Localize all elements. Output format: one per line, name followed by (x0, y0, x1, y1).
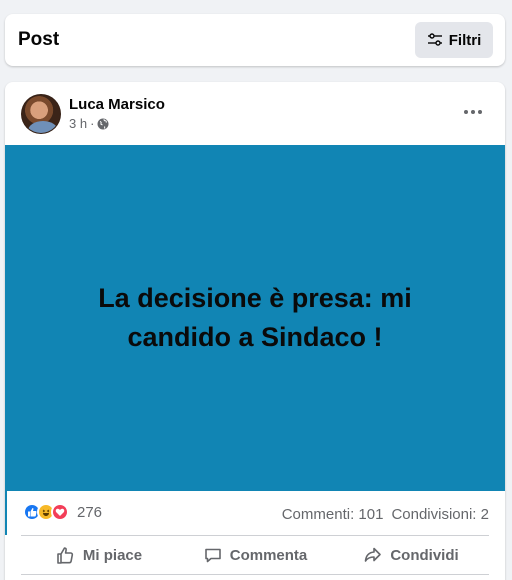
globe-icon (97, 118, 109, 129)
share-icon (365, 547, 382, 562)
share-button[interactable]: Condividi (333, 536, 489, 574)
post-card: Luca Marsico 3 h · La decisione è presa:… (5, 82, 505, 580)
page-title: Post (18, 29, 60, 50)
post-text: La decisione è presa: mi candido a Sinda… (98, 282, 412, 352)
reaction-count: 276 (77, 503, 103, 521)
ellipsis-icon (464, 110, 482, 114)
share-label: Condividi (390, 546, 459, 564)
meta-separator: · (90, 116, 95, 131)
post-background[interactable]: La decisione è presa: mi candido a Sinda… (5, 145, 505, 491)
post-meta: 3 h · (69, 116, 109, 131)
author-name[interactable]: Luca Marsico (69, 96, 165, 113)
reactions-summary[interactable]: 276 (23, 503, 102, 521)
engagement-counts: Commenti: 101 Condivisioni: 2 (282, 506, 489, 523)
like-label: Mi piace (82, 546, 143, 564)
more-options-button[interactable] (457, 98, 489, 126)
comment-button[interactable]: Commenta (177, 536, 333, 574)
avatar[interactable] (21, 94, 61, 134)
comment-label: Commenta (229, 546, 308, 564)
filter-label: Filtri (448, 31, 482, 49)
post-time[interactable]: 3 h (69, 116, 87, 131)
comment-icon (204, 548, 221, 563)
post-actions: Mi piace Commenta Condividi (21, 535, 489, 575)
posts-header: Post Filtri (5, 14, 505, 66)
love-icon (51, 503, 69, 521)
filter-button[interactable]: Filtri (415, 22, 493, 58)
shares-count[interactable]: Condivisioni: 2 (391, 506, 489, 523)
sliders-icon (427, 33, 442, 46)
thumbs-up-icon (57, 547, 74, 564)
comments-count[interactable]: Commenti: 101 (282, 506, 384, 523)
post-stats: 276 Commenti: 101 Condivisioni: 2 (5, 491, 505, 535)
like-button[interactable]: Mi piace (21, 536, 177, 574)
